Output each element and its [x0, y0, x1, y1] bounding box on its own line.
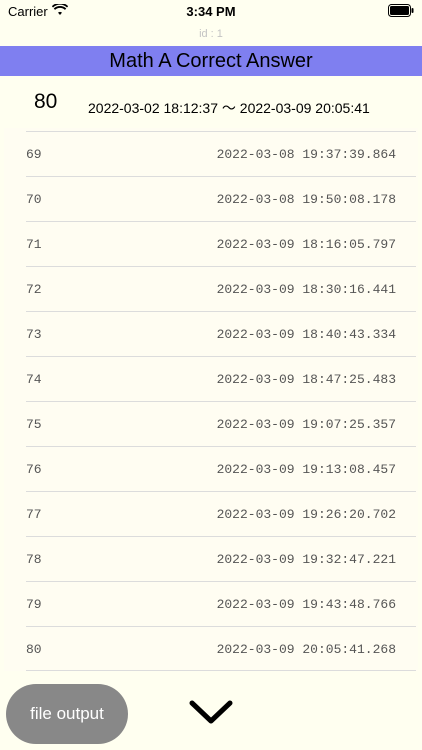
list-item[interactable]: 80 2022-03-09 20:05:41.268 [26, 626, 416, 671]
row-number: 74 [26, 372, 42, 387]
list-item[interactable]: 73 2022-03-09 18:40:43.334 [26, 311, 416, 356]
list-item[interactable]: 76 2022-03-09 19:13:08.457 [26, 446, 416, 491]
list-item[interactable]: 75 2022-03-09 19:07:25.357 [26, 401, 416, 446]
list-item[interactable]: 78 2022-03-09 19:32:47.221 [26, 536, 416, 581]
row-number: 80 [26, 642, 42, 657]
row-number: 72 [26, 282, 42, 297]
row-number: 71 [26, 237, 42, 252]
row-timestamp: 2022-03-09 18:30:16.441 [216, 282, 396, 297]
file-output-button[interactable]: file output [6, 684, 128, 744]
total-count: 80 [34, 90, 58, 113]
row-number: 79 [26, 597, 42, 612]
list-item[interactable]: 70 2022-03-08 19:50:08.178 [26, 176, 416, 221]
row-timestamp: 2022-03-09 18:47:25.483 [216, 372, 396, 387]
row-number: 78 [26, 552, 42, 567]
list-item[interactable]: 77 2022-03-09 19:26:20.702 [26, 491, 416, 536]
row-timestamp: 2022-03-09 18:40:43.334 [216, 327, 396, 342]
header-bar: Math A Correct Answer [0, 46, 422, 76]
row-timestamp: 2022-03-08 19:37:39.864 [216, 147, 396, 162]
row-timestamp: 2022-03-09 19:32:47.221 [216, 552, 396, 567]
list-item[interactable]: 74 2022-03-09 18:47:25.483 [26, 356, 416, 401]
row-number: 69 [26, 147, 42, 162]
row-number: 73 [26, 327, 42, 342]
row-number: 75 [26, 417, 42, 432]
page-title: Math A Correct Answer [109, 50, 313, 72]
list-item[interactable]: 69 2022-03-08 19:37:39.864 [26, 131, 416, 176]
row-timestamp: 2022-03-09 19:07:25.357 [216, 417, 396, 432]
row-timestamp: 2022-03-09 20:05:41.268 [216, 642, 396, 657]
summary-row: 80 2022-03-02 18:12:37 〜 2022-03-09 20:0… [0, 76, 422, 128]
record-id: id : 1 [199, 28, 223, 40]
row-number: 70 [26, 192, 42, 207]
row-timestamp: 2022-03-09 19:43:48.766 [216, 597, 396, 612]
row-timestamp: 2022-03-08 19:50:08.178 [216, 192, 396, 207]
row-timestamp: 2022-03-09 19:26:20.702 [216, 507, 396, 522]
status-time: 3:34 PM [186, 4, 236, 19]
row-timestamp: 2022-03-09 19:13:08.457 [216, 462, 396, 477]
row-number: 77 [26, 507, 42, 522]
chevron-down-icon[interactable] [188, 698, 234, 726]
list-item[interactable]: 79 2022-03-09 19:43:48.766 [26, 581, 416, 626]
list-item[interactable]: 71 2022-03-09 18:16:05.797 [26, 221, 416, 266]
answer-list[interactable]: 69 2022-03-08 19:37:39.864 70 2022-03-08… [4, 128, 418, 671]
row-timestamp: 2022-03-09 18:16:05.797 [216, 237, 396, 252]
row-number: 76 [26, 462, 42, 477]
date-range: 2022-03-02 18:12:37 〜 2022-03-09 20:05:4… [88, 100, 370, 116]
list-item[interactable]: 72 2022-03-09 18:30:16.441 [26, 266, 416, 311]
battery-icon [388, 4, 414, 17]
status-bar: Carrier 3:34 PM [0, 0, 422, 24]
